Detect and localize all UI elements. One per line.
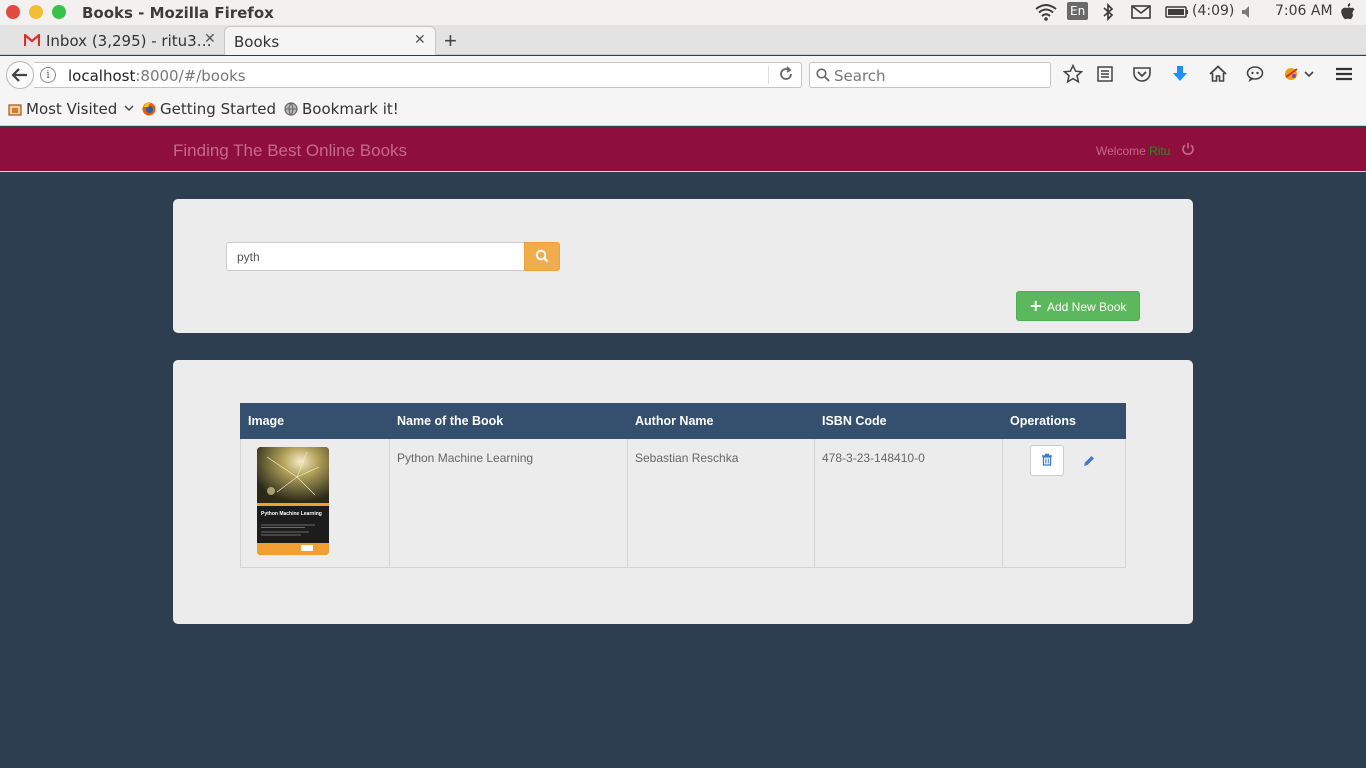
column-header-image: Image [240,403,390,439]
column-header-author: Author Name [627,403,815,439]
info-icon[interactable]: i [40,67,56,83]
chevron-down-icon[interactable] [1303,64,1325,86]
system-menu-icon[interactable] [1338,2,1356,22]
browser-tab-bar: Inbox (3,295) - ritu3… ✕ Books ✕ + [0,25,1366,55]
bookmark-label: Getting Started [160,100,276,118]
column-header-name: Name of the Book [389,403,628,439]
bluetooth-icon[interactable] [1102,3,1114,23]
tab-label: Books [234,33,280,51]
arrow-left-icon [11,68,27,82]
bookmark-label: Bookmark it! [302,100,399,118]
app-header: Finding The Best Online Books Welcome Ri… [0,127,1366,172]
mail-icon[interactable] [1131,3,1151,23]
menu-icon[interactable] [1334,64,1356,86]
url-path: :8000/#/books [135,67,246,85]
bookmark-getting-started[interactable]: Getting Started [142,100,276,118]
new-tab-button[interactable]: + [444,28,457,54]
search-icon [535,249,549,263]
search-panel: + Add New Book [173,199,1193,333]
reload-icon[interactable] [779,66,793,86]
username: Ritu [1149,144,1171,158]
table-header-row: Image Name of the Book Author Name ISBN … [240,403,1126,439]
url-host: localhost [68,67,136,85]
browser-nav-bar: i localhost:8000/#/books Search [0,56,1366,94]
window-minimize-button[interactable] [29,5,43,19]
pocket-icon[interactable] [1132,64,1154,86]
reading-list-icon[interactable] [1095,64,1117,86]
clock[interactable]: 7:06 AM [1275,3,1333,23]
window-maximize-button[interactable] [52,5,66,19]
volume-icon[interactable] [1240,3,1252,23]
url-bar[interactable]: i localhost:8000/#/books [34,62,802,88]
plus-icon: + [1029,296,1043,315]
firefox-icon [142,102,156,116]
url-separator [768,66,769,84]
window-close-button[interactable] [6,5,20,19]
book-search-input[interactable] [226,242,525,271]
book-cover-title: Python Machine Learning [261,511,322,517]
browser-search-input[interactable]: Search [809,62,1051,88]
table-row: Python Machine Learning Python Machine L… [240,438,1126,568]
book-cover-image: Python Machine Learning [257,447,329,555]
search-placeholder: Search [834,67,886,85]
os-top-bar: Books - Mozilla Firefox En (4:09) 7:06 A… [0,0,1366,25]
keyboard-layout-indicator[interactable]: En [1067,2,1089,20]
bookmark-most-visited[interactable]: Most Visited [8,100,134,118]
bookmarks-toolbar: Most Visited Getting Started Bookmark it… [0,94,1366,126]
brand-title[interactable]: Finding The Best Online Books [173,141,407,161]
cell-book-name: Python Machine Learning [389,438,628,568]
globe-icon [284,102,298,116]
delete-button[interactable] [1030,445,1064,476]
url-text[interactable]: localhost:8000/#/books [68,67,246,85]
bookmark-label: Most Visited [26,100,118,118]
chevron-down-icon [124,105,134,111]
window-title: Books - Mozilla Firefox [82,4,274,22]
bookmark-bookmark-it[interactable]: Bookmark it! [284,100,399,118]
close-icon[interactable]: ✕ [204,31,216,47]
battery-icon[interactable] [1165,3,1189,23]
books-table: Image Name of the Book Author Name ISBN … [240,403,1126,568]
search-icon [816,68,830,82]
cell-author-name: Sebastian Reschka [627,438,815,568]
tab-inbox[interactable]: Inbox (3,295) - ritu3… ✕ [16,26,224,55]
wifi-icon[interactable] [1035,3,1057,23]
tab-books[interactable]: Books ✕ [224,26,436,55]
welcome-label: Welcome [1096,144,1146,158]
home-icon[interactable] [1208,64,1230,86]
column-header-isbn: ISBN Code [814,403,1003,439]
add-new-book-label: Add New Book [1047,300,1127,314]
close-icon[interactable]: ✕ [414,32,426,48]
add-new-book-button[interactable]: + Add New Book [1016,291,1140,321]
battery-time: (4:09) [1192,3,1235,19]
welcome-text: Welcome Ritu [1096,144,1170,158]
trash-icon [1042,453,1052,466]
gmail-icon [23,32,41,51]
edit-pencil-icon[interactable] [1082,454,1096,468]
cell-operations [1002,438,1126,568]
search-button[interactable] [524,242,560,271]
bookmark-star-icon[interactable] [1062,63,1085,86]
logout-power-icon[interactable] [1181,142,1195,156]
folder-icon [8,104,22,116]
books-panel: Image Name of the Book Author Name ISBN … [173,360,1193,624]
download-icon[interactable] [1170,64,1192,86]
cell-isbn: 478-3-23-148410-0 [814,438,1003,568]
column-header-operations: Operations [1002,403,1126,439]
tab-label: Inbox (3,295) - ritu3… [46,32,212,50]
back-button[interactable] [6,61,34,89]
chat-icon[interactable] [1245,64,1267,86]
extension-icon[interactable] [1282,64,1304,86]
cell-image: Python Machine Learning [240,438,390,568]
